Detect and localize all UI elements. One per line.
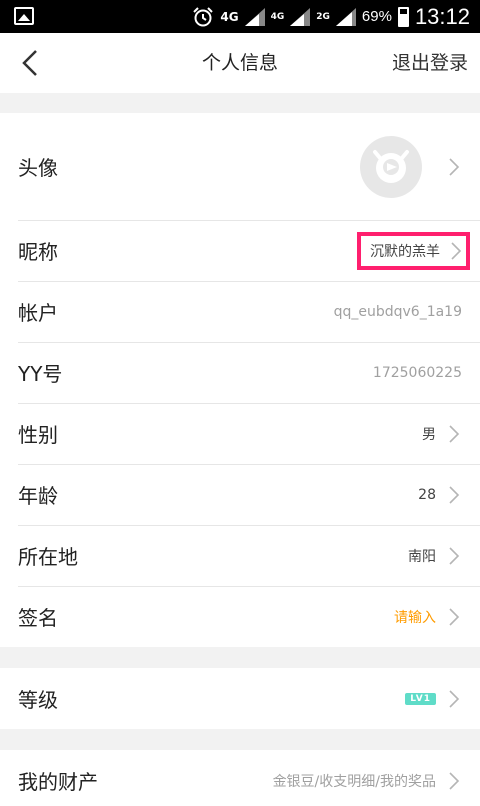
account-row: 帐户 qq_eubdqv6_1a19 [0,281,480,342]
nickname-label: 昵称 [18,240,58,264]
chevron-right-icon [449,546,460,565]
logout-button[interactable]: 退出登录 [392,33,468,93]
network-type-label: 4G [220,9,239,24]
signature-label: 签名 [18,606,58,630]
chevron-right-icon [449,771,460,790]
avatar-label: 头像 [18,156,58,180]
status-bar: 4G 4G 2G 69% 13:12 [0,0,480,33]
age-row[interactable]: 年龄 28 [0,464,480,525]
location-value: 南阳 [408,548,436,565]
yy-number-value: 1725060225 [372,364,462,381]
profile-section: 头像 昵称 沉默的羔羊 帐户 qq_eubdqv6_1a19 YY号 17250… [0,113,480,647]
gender-value: 男 [422,426,436,443]
gender-label: 性别 [18,423,58,447]
signature-row[interactable]: 签名 请输入 [0,586,480,647]
nickname-value: 沉默的羔羊 [370,243,440,260]
nickname-row[interactable]: 昵称 沉默的羔羊 [0,220,480,281]
assets-label: 我的财产 [18,770,98,794]
signature-placeholder: 请输入 [394,609,436,626]
gender-row[interactable]: 性别 男 [0,403,480,464]
signal-icon-3 [335,7,356,26]
nickname-highlight[interactable]: 沉默的羔羊 [357,231,470,270]
signal-icon-2 [290,7,311,26]
clock-time: 13:12 [414,3,470,29]
chevron-right-icon [449,157,460,176]
assets-section: 我的财产 金银豆/收支明细/我的奖品 [0,750,480,806]
account-label: 帐户 [18,301,58,325]
level-badge: LV1 [405,692,436,705]
battery-icon [397,6,409,27]
chevron-right-icon [451,241,462,260]
battery-percent: 69% [361,8,392,25]
yy-number-label: YY号 [18,362,63,386]
chevron-left-icon [22,50,37,76]
assets-value: 金银豆/收支明细/我的奖品 [272,773,436,790]
chevron-right-icon [449,607,460,626]
level-label: 等级 [18,688,58,712]
avatar[interactable] [360,135,422,198]
age-value: 28 [418,486,436,503]
title-bar: 个人信息 退出登录 [0,33,480,93]
network-type-label-3: 2G [316,11,330,22]
location-label: 所在地 [18,545,78,569]
gallery-notification-icon [14,7,34,25]
age-label: 年龄 [18,484,58,508]
signal-icon [244,7,265,26]
network-type-label-2: 4G [270,11,285,22]
assets-row[interactable]: 我的财产 金银豆/收支明细/我的奖品 [0,750,480,806]
default-avatar-icon [373,149,409,183]
back-button[interactable] [14,47,48,79]
avatar-row[interactable]: 头像 [0,113,480,220]
account-value: qq_eubdqv6_1a19 [333,303,462,320]
level-row[interactable]: 等级 LV1 [0,668,480,729]
location-row[interactable]: 所在地 南阳 [0,525,480,586]
chevron-right-icon [449,424,460,443]
level-section: 等级 LV1 [0,668,480,729]
alarm-clock-icon [193,6,214,26]
chevron-right-icon [449,485,460,504]
yy-number-row: YY号 1725060225 [0,342,480,403]
chevron-right-icon [449,689,460,708]
